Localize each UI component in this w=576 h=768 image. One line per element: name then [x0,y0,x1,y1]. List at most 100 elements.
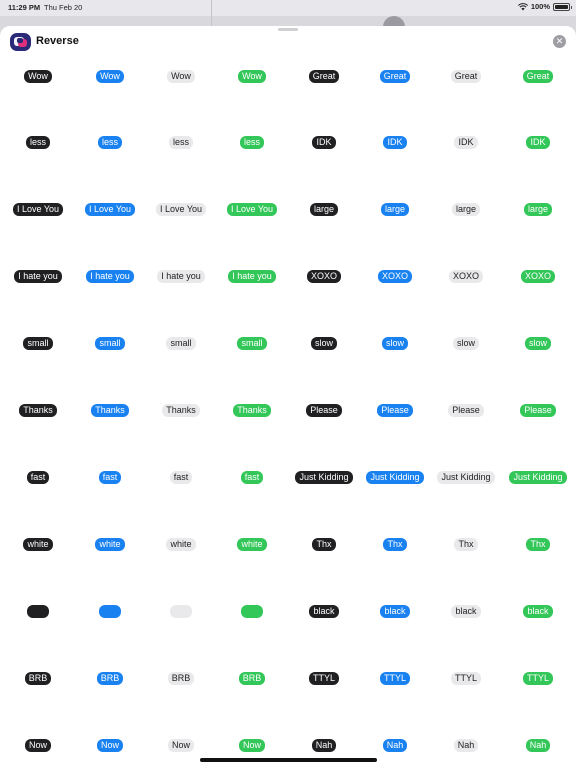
sticker-cell[interactable]: Just Kidding [502,467,574,487]
sticker-cell[interactable]: Please [502,401,574,421]
sticker-cell[interactable]: Just Kidding [359,467,431,487]
sticker-cell[interactable]: IDK [430,133,502,153]
sticker-cell[interactable]: Wow [74,66,146,86]
sticker-cell[interactable]: slow [288,334,360,354]
sticker-cell[interactable]: black [502,601,574,621]
status-right: 100% [517,2,572,11]
sticker-cell[interactable]: fast [74,467,146,487]
sticker-cell[interactable]: small [2,334,74,354]
sticker-cell[interactable]: less [145,133,217,153]
sticker-cell[interactable]: Nah [359,735,431,755]
sticker-cell[interactable]: Now [74,735,146,755]
sticker-cell[interactable]: less [2,133,74,153]
sticker-cell[interactable]: Wow [145,66,217,86]
sticker-cell[interactable]: Thanks [216,401,288,421]
sticker-cell[interactable]: white [216,534,288,554]
sticker-cell[interactable]: Nah [502,735,574,755]
sticker-cell[interactable]: black [288,601,360,621]
sticker-blue: Thx [383,537,407,551]
sticker-cell[interactable]: small [216,334,288,354]
sticker-cell[interactable]: IDK [502,133,574,153]
sticker-cell[interactable]: Please [430,401,502,421]
sticker-cell[interactable]: Wow [216,66,288,86]
sticker-cell[interactable]: I hate you [74,267,146,287]
sticker-cell[interactable] [2,601,74,621]
sticker-cell[interactable]: Please [288,401,360,421]
sticker-cell[interactable]: Nah [430,735,502,755]
sticker-cell[interactable]: slow [502,334,574,354]
sticker-cell[interactable]: large [288,200,360,220]
sticker-cell[interactable]: large [430,200,502,220]
sticker-cell[interactable]: Great [288,66,360,86]
sticker-cell[interactable]: Just Kidding [430,467,502,487]
sticker-cell[interactable]: less [74,133,146,153]
sticker-cell[interactable]: Thx [359,534,431,554]
sticker-cell[interactable]: BRB [145,668,217,688]
sticker-cell[interactable]: TTYL [502,668,574,688]
sticker-cell[interactable]: TTYL [430,668,502,688]
sticker-cell[interactable]: small [145,334,217,354]
sticker-cell[interactable]: IDK [359,133,431,153]
sticker-cell[interactable]: Thanks [2,401,74,421]
sticker-cell[interactable]: Great [502,66,574,86]
sticker-cell[interactable]: BRB [2,668,74,688]
sticker-cell[interactable] [74,601,146,621]
sticker-cell[interactable]: XOXO [502,267,574,287]
sticker-light: Wow [167,69,195,83]
sticker-cell[interactable]: Now [2,735,74,755]
sticker-cell[interactable]: black [430,601,502,621]
sticker-cell[interactable] [216,601,288,621]
sticker-cell[interactable]: Wow [2,66,74,86]
sticker-green: Please [520,404,556,417]
sticker-cell[interactable]: slow [359,334,431,354]
sticker-green [241,604,263,618]
sticker-cell[interactable]: XOXO [359,267,431,287]
sticker-cell[interactable]: BRB [216,668,288,688]
sticker-cell[interactable]: BRB [74,668,146,688]
sticker-cell[interactable]: TTYL [288,668,360,688]
sticker-cell[interactable]: less [216,133,288,153]
sticker-cell[interactable]: Thx [430,534,502,554]
sticker-cell[interactable]: Just Kidding [288,467,360,487]
sticker-cell[interactable]: TTYL [359,668,431,688]
sticker-cell[interactable]: I hate you [216,267,288,287]
sticker-cell[interactable]: I Love You [74,200,146,220]
sticker-cell[interactable]: white [145,534,217,554]
sticker-cell[interactable]: Now [145,735,217,755]
sticker-cell[interactable]: fast [145,467,217,487]
sticker-cell[interactable]: white [74,534,146,554]
home-indicator[interactable] [200,758,377,762]
sticker-cell[interactable]: small [74,334,146,354]
sticker-cell[interactable]: IDK [288,133,360,153]
sticker-cell[interactable]: Thanks [74,401,146,421]
sticker-cell[interactable]: I Love You [216,200,288,220]
sticker-cell[interactable]: large [502,200,574,220]
sticker-light: Just Kidding [437,470,495,484]
sticker-cell[interactable]: I hate you [2,267,74,287]
sticker-cell[interactable]: fast [2,467,74,487]
sticker-cell[interactable]: Great [430,66,502,86]
sticker-cell[interactable]: I Love You [145,200,217,220]
sticker-cell[interactable]: large [359,200,431,220]
sticker-cell[interactable]: white [2,534,74,554]
sticker-cell[interactable]: XOXO [430,267,502,287]
sticker-cell[interactable]: Now [216,735,288,755]
sticker-cell[interactable]: I Love You [2,200,74,220]
sticker-cell[interactable]: Great [359,66,431,86]
sticker-cell[interactable]: Nah [288,735,360,755]
sticker-cell[interactable]: XOXO [288,267,360,287]
sticker-dark: I hate you [14,270,62,284]
sticker-cell[interactable]: fast [216,467,288,487]
sticker-cell[interactable]: black [359,601,431,621]
sticker-blue: Just Kidding [366,470,424,484]
sticker-cell[interactable] [145,601,217,621]
sticker-cell[interactable]: Thanks [145,401,217,421]
sticker-cell[interactable]: Thx [502,534,574,554]
sticker-blue: XOXO [377,270,412,284]
sticker-cell[interactable]: Please [359,401,431,421]
sticker-green: XOXO [520,270,555,284]
sticker-green: I Love You [226,203,278,217]
sticker-cell[interactable]: slow [430,334,502,354]
sticker-cell[interactable]: I hate you [145,267,217,287]
sticker-cell[interactable]: Thx [288,534,360,554]
